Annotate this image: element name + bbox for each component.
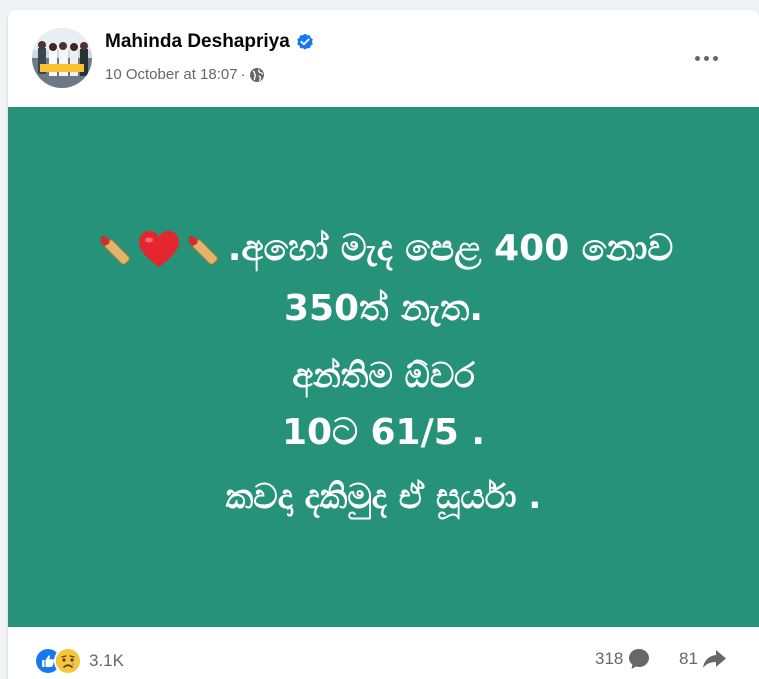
post-footer: 3.1K 318 81 xyxy=(8,627,759,679)
post-header: Mahinda Deshapriya 10 October at 18:07 · xyxy=(8,10,759,106)
share-icon xyxy=(702,650,726,668)
post-text-line-4: 10ට 61/5 . xyxy=(281,412,486,453)
emoji-group xyxy=(94,230,224,270)
heart-icon xyxy=(138,231,179,267)
post-text-line-1: .අහෝ මැද පෙළ 400 නොව xyxy=(8,228,759,270)
reactions-summary[interactable]: 3.1K xyxy=(34,647,124,675)
cricket-bat-icon xyxy=(188,235,218,265)
sad-icon xyxy=(54,647,82,675)
post-options-button[interactable] xyxy=(688,46,724,70)
shares-count: 81 xyxy=(679,649,698,668)
post-text-line-1-text: .අහෝ මැද පෙළ 400 නොව xyxy=(227,228,674,269)
author-name[interactable]: Mahinda Deshapriya xyxy=(105,31,290,53)
author-avatar[interactable] xyxy=(32,28,92,88)
post-text-line-3: අන්තිම ඕවර xyxy=(292,356,475,396)
post-text-line-2: 350ත් නැත. xyxy=(283,288,484,329)
globe-icon[interactable] xyxy=(249,67,265,83)
reaction-count: 3.1K xyxy=(89,651,124,670)
comments-count: 318 xyxy=(595,649,624,668)
verified-badge-icon xyxy=(296,33,314,51)
post-text-line-5: කවදා දකිමුද ඒ සූර්යා . xyxy=(225,477,542,517)
meta-separator: · xyxy=(240,66,246,83)
shares-count-button[interactable]: 81 xyxy=(679,647,728,671)
post-timestamp[interactable]: 10 October at 18:07 xyxy=(105,66,238,83)
cricket-bat-icon xyxy=(100,235,130,265)
comment-icon xyxy=(629,649,650,669)
avatar-image xyxy=(32,28,92,88)
post-card: Mahinda Deshapriya 10 October at 18:07 · xyxy=(8,10,759,679)
comments-count-button[interactable]: 318 xyxy=(595,647,651,671)
post-image[interactable]: .අහෝ මැද පෙළ 400 නොව 350ත් නැත. අන්තිම ඕ… xyxy=(8,107,759,627)
